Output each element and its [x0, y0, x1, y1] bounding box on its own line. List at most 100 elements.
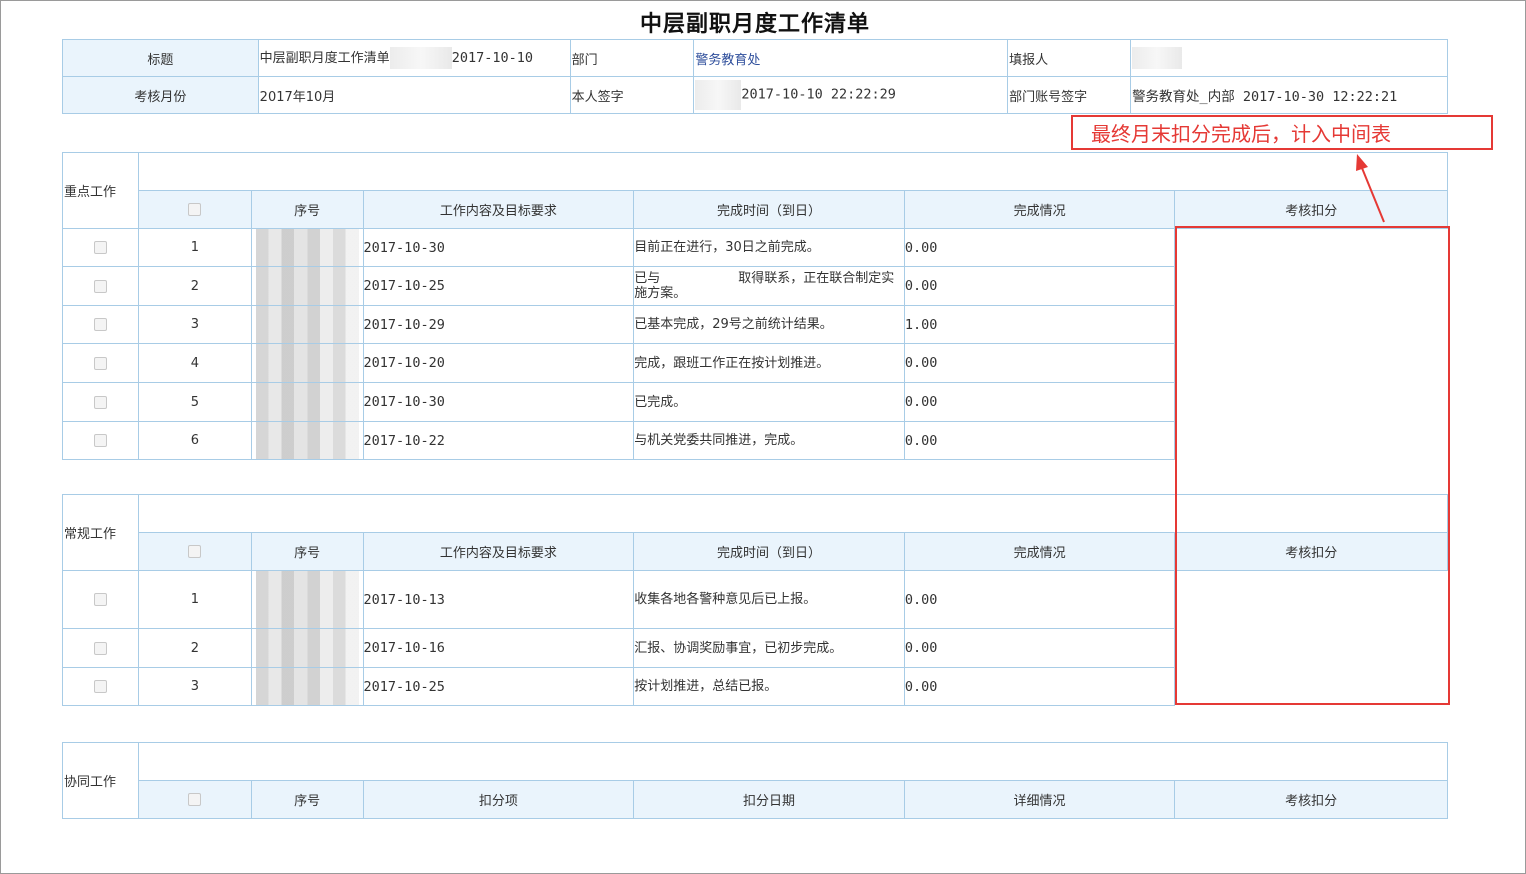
- checkbox-icon[interactable]: [93, 318, 107, 331]
- checkbox-icon[interactable]: [93, 641, 107, 655]
- col-item: 扣分项: [362, 780, 635, 819]
- key-work-toolbar: [137, 152, 1449, 191]
- page-title: 中层副职月度工作清单: [639, 12, 870, 37]
- row-checkbox[interactable]: [62, 421, 139, 460]
- row-status: 目前正在进行，30日之前完成。: [633, 228, 905, 267]
- highlight-box: [1175, 226, 1450, 705]
- row-status: 已完成。: [633, 382, 905, 422]
- row-content: [250, 305, 364, 344]
- annotation-callout: 最终月末扣分完成后，计入中间表: [1071, 115, 1493, 150]
- row-score: 0.00: [903, 343, 1176, 383]
- col-content: 工作内容及目标要求: [362, 190, 635, 229]
- redacted-block: [255, 668, 359, 705]
- col-date: 扣分日期: [633, 780, 905, 819]
- redacted-block: [389, 47, 452, 70]
- checkbox-icon[interactable]: [93, 593, 107, 606]
- row-content: [250, 570, 364, 629]
- row-checkbox[interactable]: [62, 266, 139, 306]
- row-score: 0.00: [903, 667, 1176, 706]
- row-checkbox[interactable]: [62, 570, 139, 629]
- checkbox-icon[interactable]: [93, 279, 107, 293]
- col-done-time: 完成时间（到日）: [633, 190, 905, 229]
- row-date: 2017-10-13: [362, 570, 635, 629]
- row-status: 与机关党委共同推进，完成。: [633, 421, 905, 460]
- row-seq: 3: [137, 305, 252, 344]
- title-value-date: 2017-10-10: [451, 49, 533, 66]
- row-status: 汇报、协调奖励事宜，已初步完成。: [633, 628, 905, 668]
- row-score: 0.00: [903, 228, 1176, 267]
- redacted-block: [1132, 47, 1183, 69]
- row-checkbox[interactable]: [62, 667, 139, 706]
- row-content: [250, 343, 364, 383]
- checkbox-icon[interactable]: [188, 545, 202, 558]
- reporter-label: 填报人: [1007, 39, 1132, 77]
- checkbox-icon[interactable]: [93, 680, 107, 693]
- row-score: 0.00: [903, 382, 1176, 422]
- dept-sign-label: 部门账号签字: [1007, 76, 1132, 114]
- checkbox-icon[interactable]: [93, 395, 107, 409]
- col-done-time: 完成时间（到日）: [633, 532, 905, 571]
- row-checkbox[interactable]: [62, 343, 139, 383]
- row-score: 0.00: [903, 421, 1176, 460]
- row-score: 1.00: [903, 305, 1176, 344]
- col-seq: 序号: [250, 190, 364, 229]
- row-status: 收集各地各警种意见后已上报。: [633, 570, 905, 629]
- row-seq: 2: [137, 628, 252, 668]
- redacted-block: [255, 306, 359, 343]
- row-content: [250, 382, 364, 422]
- row-score: 0.00: [903, 570, 1176, 629]
- row-date: 2017-10-29: [362, 305, 635, 344]
- select-all-checkbox[interactable]: [137, 532, 252, 571]
- row-date: 2017-10-22: [362, 421, 635, 460]
- row-checkbox[interactable]: [62, 228, 139, 267]
- collab-work-toolbar: [137, 742, 1449, 781]
- checkbox-icon[interactable]: [93, 434, 107, 447]
- reporter-value: [1130, 39, 1448, 77]
- checkbox-icon[interactable]: [93, 356, 107, 370]
- col-seq: 序号: [250, 532, 364, 571]
- row-status: 按计划推进，总结已报。: [633, 667, 905, 706]
- select-all-checkbox[interactable]: [137, 190, 252, 229]
- row-seq: 3: [137, 667, 252, 706]
- collab-work-label: 协同工作: [62, 742, 139, 819]
- row-score: 0.00: [903, 266, 1176, 306]
- row-score: 0.00: [903, 628, 1176, 668]
- redacted-block: [255, 267, 359, 305]
- row-date: 2017-10-25: [362, 266, 635, 306]
- checkbox-icon[interactable]: [188, 793, 202, 806]
- checkbox-icon[interactable]: [93, 241, 107, 254]
- self-sign-time: 2017-10-10 22:22:29: [741, 86, 896, 103]
- row-content: [250, 228, 364, 267]
- row-status: 已与 取得联系，正在联合制定实施方案。: [633, 266, 905, 306]
- row-checkbox[interactable]: [62, 305, 139, 344]
- checkbox-icon[interactable]: [188, 203, 202, 216]
- collab-work-section: 协同工作 序号 扣分项 扣分日期 详细情况 考核扣分: [62, 742, 1449, 819]
- col-deduction: 考核扣分: [1174, 190, 1448, 229]
- row-seq: 1: [137, 228, 252, 267]
- redacted-block: [255, 422, 359, 459]
- month-value: 2017年10月: [257, 76, 571, 114]
- col-deduction: 考核扣分: [1174, 780, 1448, 819]
- redacted-block: [255, 229, 359, 266]
- redacted-block: [695, 80, 742, 110]
- select-all-checkbox[interactable]: [137, 780, 252, 819]
- dept-sign-value: 警务教育处_内部 2017-10-30 12:22:21: [1130, 76, 1448, 114]
- row-status: 已基本完成，29号之前统计结果。: [633, 305, 905, 344]
- col-detail: 详细情况: [903, 780, 1176, 819]
- key-work-label: 重点工作: [62, 152, 139, 229]
- row-date: 2017-10-30: [362, 382, 635, 422]
- col-seq: 序号: [250, 780, 364, 819]
- dept-value[interactable]: 警务教育处: [693, 39, 1009, 77]
- title-value-text: 中层副职月度工作清单: [259, 50, 390, 66]
- row-checkbox[interactable]: [62, 382, 139, 422]
- title-value: 中层副职月度工作清单 2017-10-10: [257, 39, 571, 77]
- row-seq: 1: [137, 570, 252, 629]
- self-sign-value: 2017-10-10 22:22:29: [693, 76, 1009, 114]
- col-content: 工作内容及目标要求: [362, 532, 635, 571]
- row-content: [250, 628, 364, 668]
- row-date: 2017-10-16: [362, 628, 635, 668]
- row-checkbox[interactable]: [62, 628, 139, 668]
- month-label: 考核月份: [62, 76, 259, 114]
- row-seq: 2: [137, 266, 252, 306]
- row-content: [250, 667, 364, 706]
